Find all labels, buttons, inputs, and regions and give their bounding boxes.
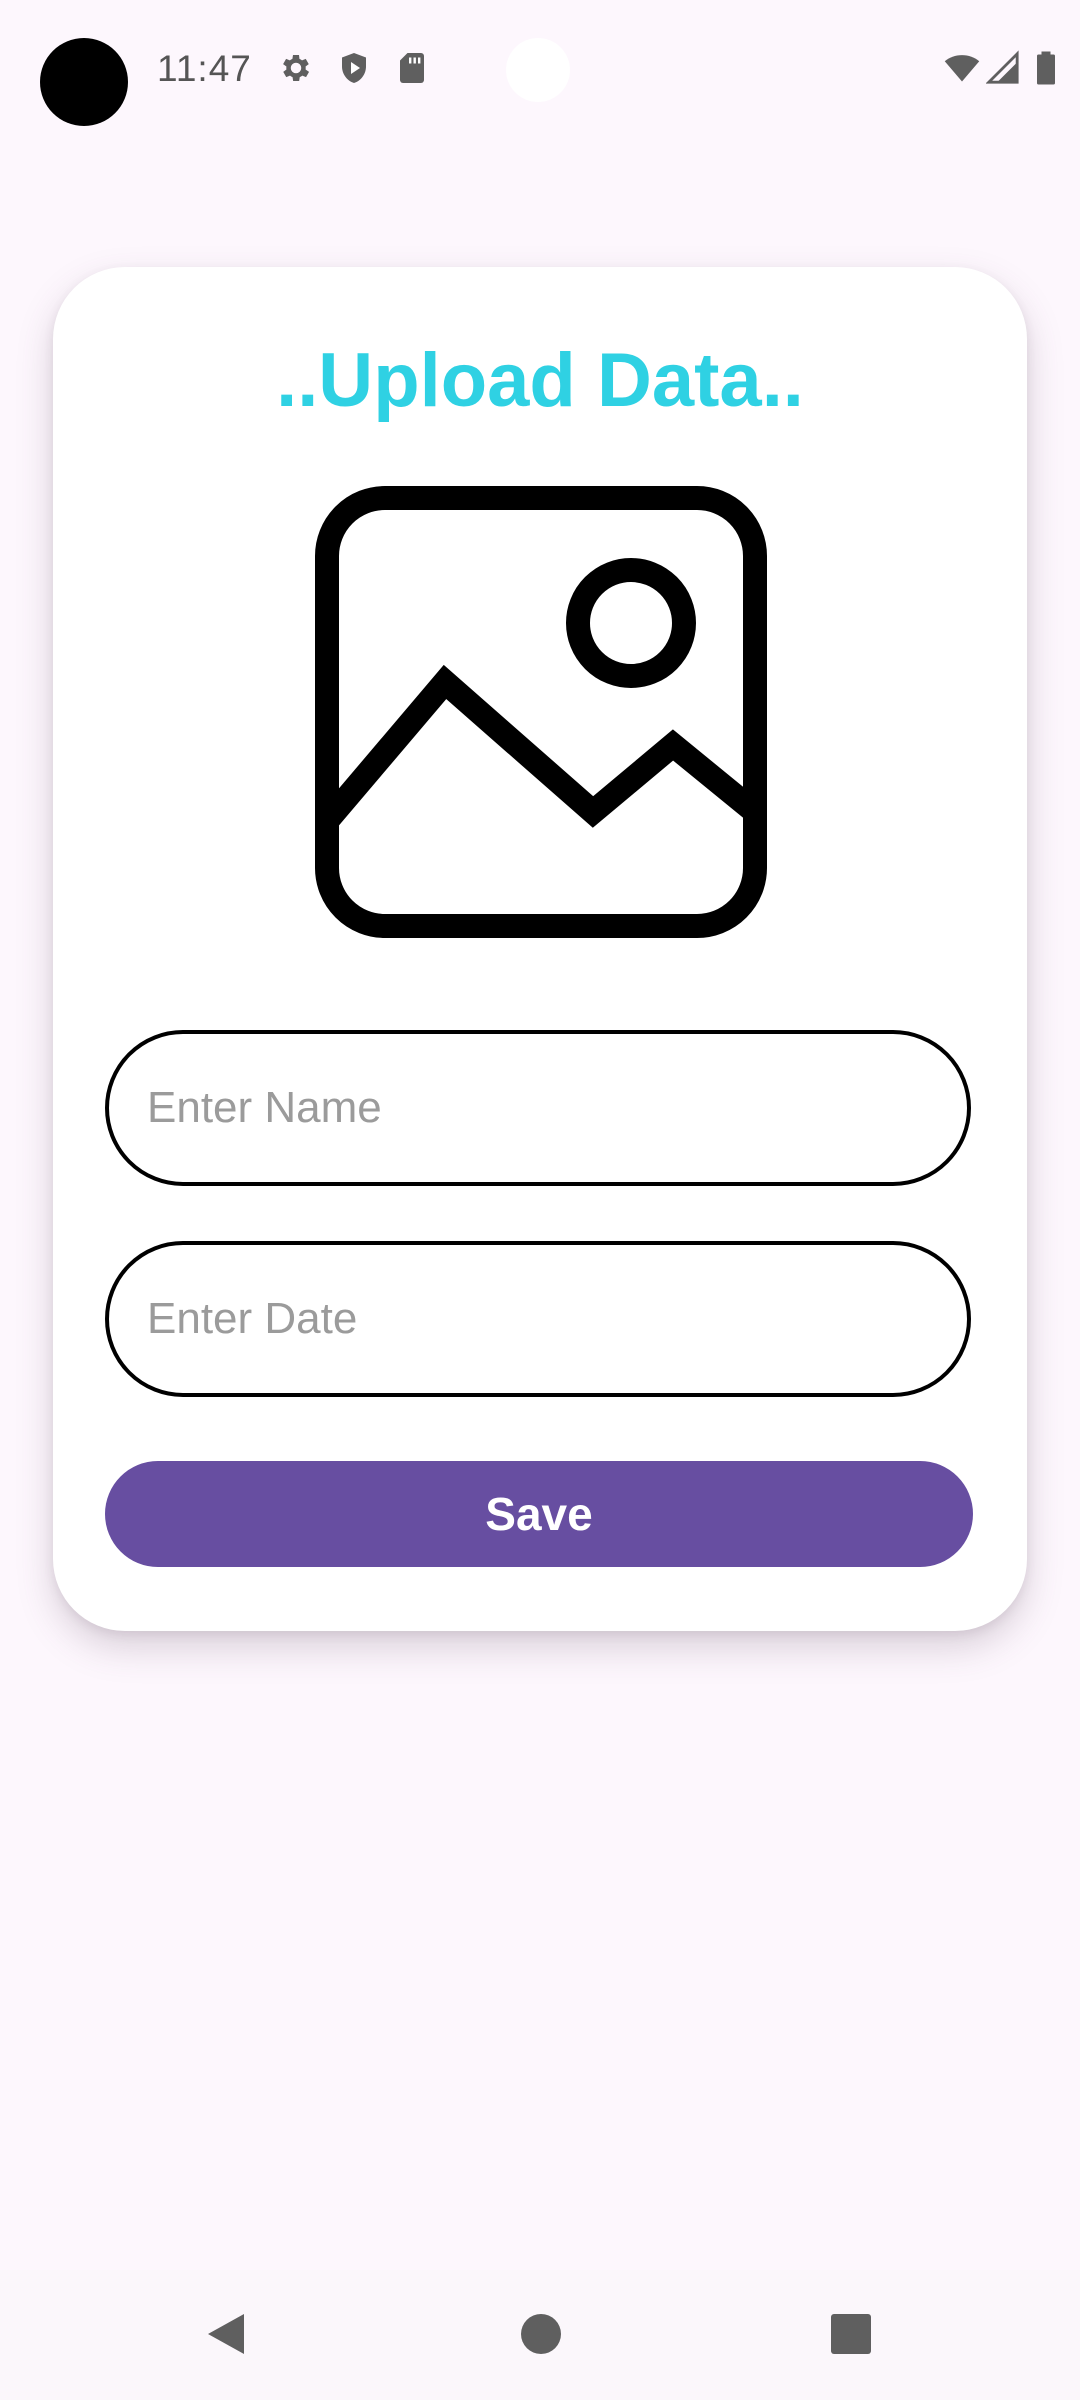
name-input[interactable] [147,1083,967,1133]
status-time: 11:47 [157,48,252,89]
date-input[interactable] [147,1294,967,1344]
name-field[interactable] [105,1030,971,1186]
gear-icon [278,50,314,86]
home-icon[interactable] [519,2312,563,2356]
cell-signal-icon [986,50,1020,86]
recents-icon[interactable] [829,2312,873,2356]
shield-play-icon [336,50,372,86]
battery-icon [1035,50,1059,86]
image-placeholder-icon[interactable] [315,486,767,938]
back-icon[interactable] [204,2312,248,2356]
upload-card: ..Upload Data.. Save [53,267,1027,1631]
sd-card-icon [394,50,430,86]
save-button[interactable]: Save [105,1461,973,1567]
wifi-icon [942,50,982,86]
screen: 11:47 ..Upload Data.. Enter Name Enter D… [0,0,1080,2400]
page-title: ..Upload Data.. [276,338,804,423]
front-sensor [506,38,570,102]
status-bar: 11:47 [0,0,1080,140]
date-field[interactable] [105,1241,971,1397]
camera-cutout [40,38,128,126]
